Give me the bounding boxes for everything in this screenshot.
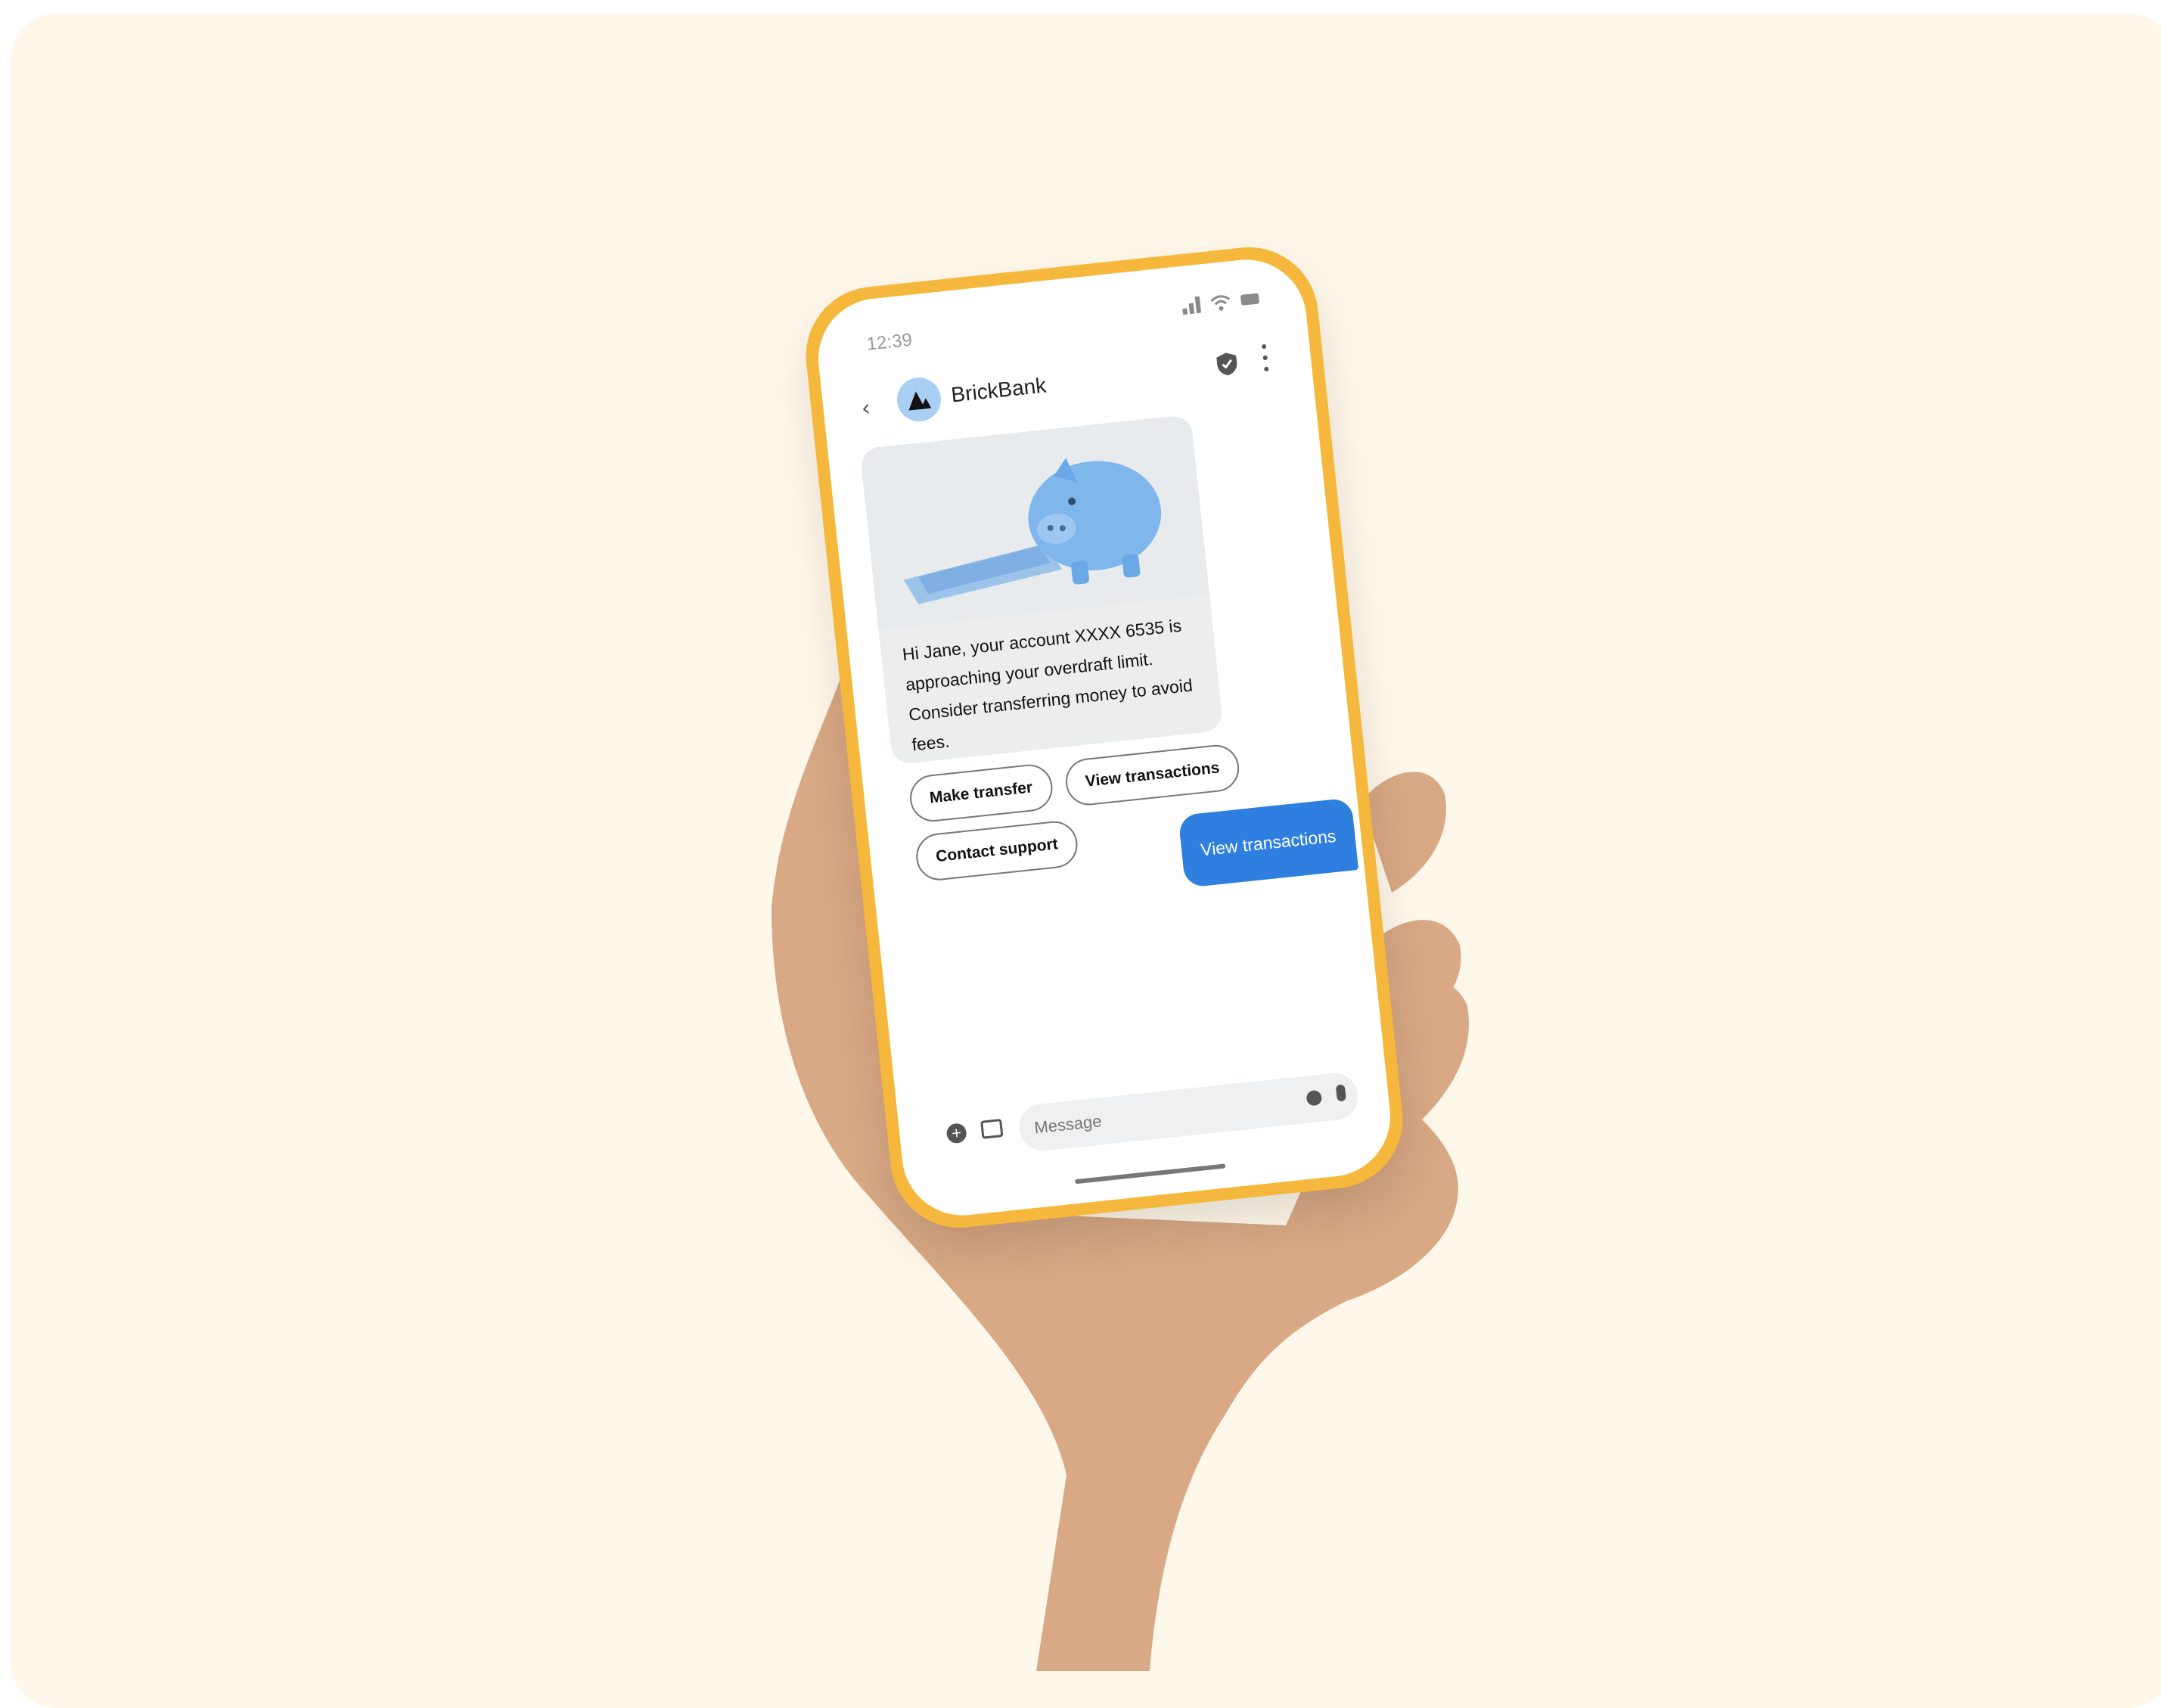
status-icons	[1181, 290, 1260, 315]
phone-screen: 12:39 ‹ BrickBank Hi Jane, your account …	[812, 253, 1396, 1222]
home-indicator	[1074, 1163, 1226, 1185]
signal-icon	[1181, 296, 1202, 315]
rich-card: Hi Jane, your account XXXX 6535 is appro…	[859, 414, 1224, 765]
compose-bar: +	[928, 1068, 1361, 1166]
back-button[interactable]: ‹	[860, 395, 872, 422]
add-attachment-button[interactable]: +	[945, 1123, 967, 1144]
gallery-button[interactable]	[980, 1118, 1004, 1139]
brand-avatar[interactable]	[895, 375, 943, 424]
mic-button[interactable]	[1335, 1084, 1346, 1102]
message-input[interactable]	[1017, 1070, 1361, 1154]
make-transfer-chip[interactable]: Make transfer	[908, 762, 1055, 824]
contact-support-chip[interactable]: Contact support	[914, 818, 1080, 883]
status-time: 12:39	[865, 329, 914, 355]
piggy-bank-image	[859, 414, 1210, 630]
rich-card-message: Hi Jane, your account XXXX 6535 is appro…	[901, 615, 1194, 755]
wifi-icon	[1210, 295, 1231, 311]
verified-shield-icon[interactable]	[1215, 350, 1240, 378]
brand-name: BrickBank	[949, 373, 1048, 407]
battery-icon	[1240, 293, 1260, 306]
more-options-icon[interactable]	[1259, 343, 1271, 372]
phone: 12:39 ‹ BrickBank Hi Jane, your account …	[799, 240, 1410, 1235]
view-transactions-chip[interactable]: View transactions	[1063, 742, 1242, 808]
brickbank-logo-icon	[908, 391, 932, 411]
